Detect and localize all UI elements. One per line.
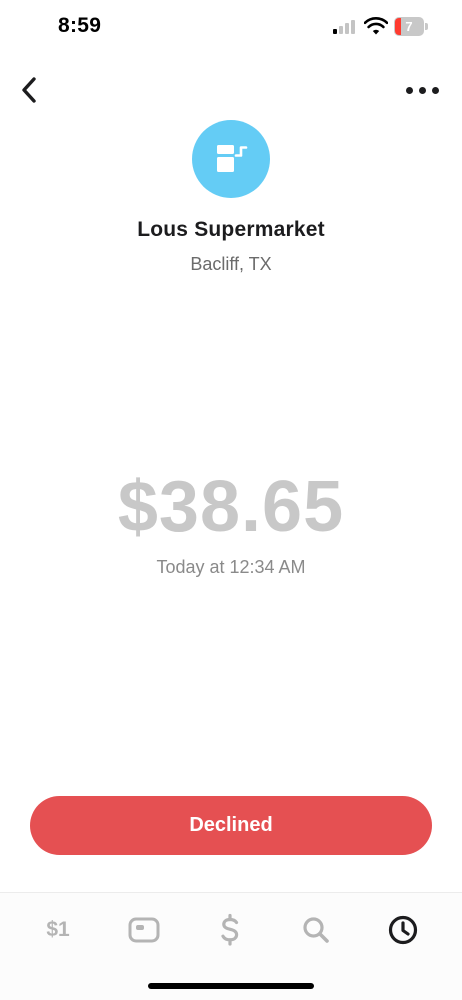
dollar-icon: [221, 913, 239, 946]
battery-percentage: 7: [405, 19, 413, 34]
declined-status-button[interactable]: Declined: [30, 796, 432, 855]
wifi-icon: [363, 17, 389, 40]
more-options-button[interactable]: [400, 78, 444, 102]
battery-icon: 7: [394, 17, 428, 36]
activity-clock-icon: [388, 915, 418, 945]
merchant-location: Bacliff, TX: [190, 254, 272, 274]
status-bar: 8:59 7: [0, 0, 462, 56]
tab-activity[interactable]: [378, 907, 428, 953]
home-indicator: [148, 983, 314, 989]
merchant-name: Lous Supermarket: [137, 218, 325, 241]
back-button[interactable]: [12, 72, 48, 108]
ellipsis-icon: [406, 87, 413, 94]
merchant-avatar: [192, 120, 270, 198]
cellular-signal-icon: [333, 18, 357, 34]
money-tab-label: $1: [46, 918, 70, 941]
tab-pay[interactable]: [205, 907, 255, 953]
tab-money[interactable]: $1: [33, 907, 83, 953]
tab-search[interactable]: [291, 907, 341, 953]
card-icon: [128, 917, 160, 943]
tab-card[interactable]: [119, 907, 169, 953]
storefront-icon: [217, 145, 248, 172]
status-time: 8:59: [58, 14, 102, 37]
transaction-timestamp: Today at 12:34 AM: [156, 557, 306, 577]
search-icon: [303, 917, 329, 943]
transaction-amount: $38.65: [117, 467, 345, 547]
chevron-left-icon: [22, 77, 36, 103]
